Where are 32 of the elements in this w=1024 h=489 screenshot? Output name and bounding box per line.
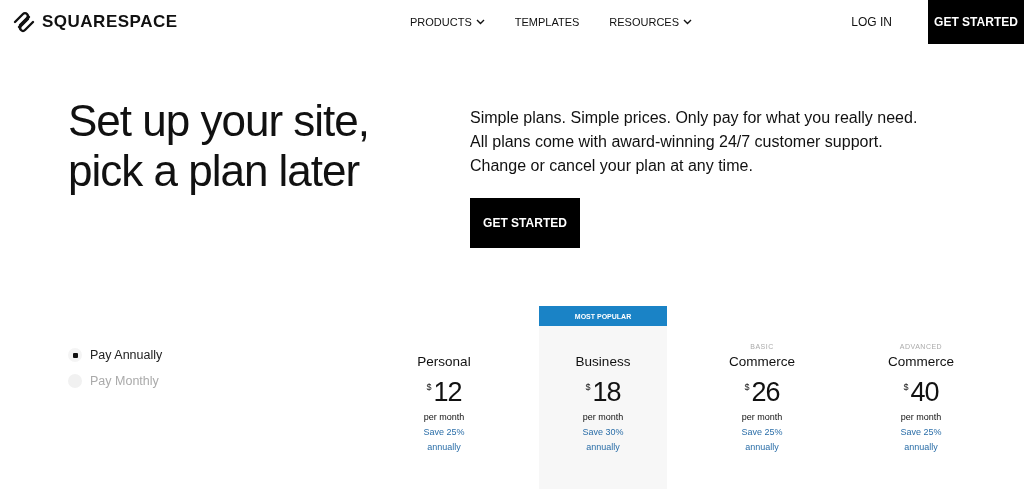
savings-text: Save 25% annually	[899, 426, 943, 454]
price-period: per month	[741, 412, 783, 422]
savings-text: Save 30% annually	[581, 426, 625, 454]
currency-symbol: $	[585, 382, 591, 392]
plan-name: Personal	[417, 354, 471, 369]
plan-name: Business	[575, 354, 631, 369]
billing-option[interactable]: Pay Annually	[68, 348, 380, 362]
plan-price: 40	[910, 377, 939, 408]
price-period: per month	[423, 412, 465, 422]
get-started-button[interactable]: GET STARTED	[470, 198, 580, 248]
nav-link[interactable]: TEMPLATES	[514, 16, 580, 28]
get-started-button[interactable]: GET STARTED	[928, 0, 1024, 44]
plan-price: 18	[592, 377, 621, 408]
plan-name: Commerce	[729, 354, 795, 369]
currency-symbol: $	[744, 382, 750, 392]
plan-price: 26	[751, 377, 780, 408]
plan-name: Commerce	[888, 354, 954, 369]
hero-text: Simple plans. Simple prices. Only pay for what you really need. All plans come with award-winning 24/7 customer support. Change or cancel your plan at any time.	[470, 108, 919, 176]
savings-text: Save 25% annually	[422, 426, 466, 454]
price-period: per month	[900, 412, 942, 422]
savings-text: Save 25% annually	[740, 426, 784, 454]
radio-icon	[68, 348, 82, 362]
logo-icon	[12, 10, 36, 34]
price-period: per month	[582, 412, 624, 422]
currency-symbol: $	[426, 382, 432, 392]
login-link[interactable]: LOG IN	[845, 14, 898, 30]
nav-link[interactable]: RESOURCES	[609, 16, 692, 28]
logo-text: SQUARESPACE	[42, 12, 178, 32]
hero-title: Set up your site, pick a plan later	[68, 96, 370, 196]
plan-price: 12	[433, 377, 462, 408]
currency-symbol: $	[903, 382, 909, 392]
nav-link[interactable]: PRODUCTS	[410, 16, 485, 28]
